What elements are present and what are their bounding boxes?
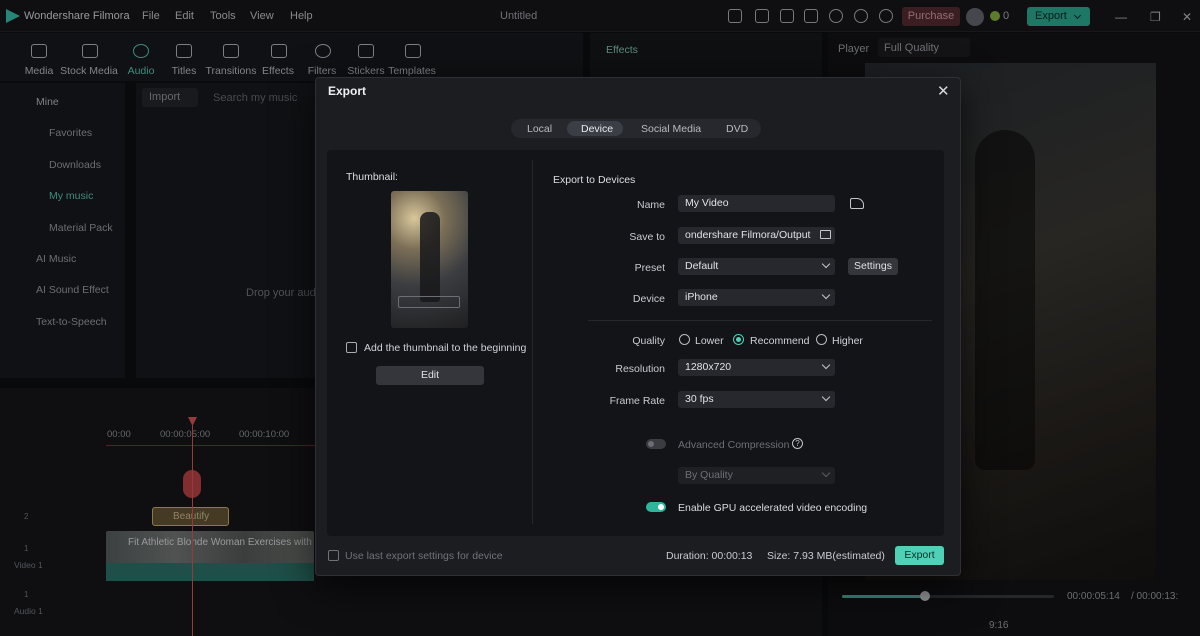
preset-label: Preset [634,262,665,274]
ai-rename-icon[interactable] [850,198,864,209]
chevron-down-icon [821,468,831,478]
tab-local[interactable]: Local [527,123,552,135]
name-input[interactable]: My Video [678,195,835,212]
dialog-title: Export [328,84,367,98]
settings-button[interactable]: Settings [848,258,898,275]
frame-rate-label: Frame Rate [609,395,665,407]
resolution-select[interactable]: 1280x720 [678,359,835,376]
tab-device[interactable]: Device [581,123,613,135]
gpu-encoding-toggle[interactable] [646,502,666,512]
chevron-down-icon [821,392,831,402]
tab-dvd[interactable]: DVD [726,123,748,135]
add-thumbnail-checkbox[interactable] [346,342,357,353]
frame-rate-value: 30 fps [685,393,714,405]
preset-select[interactable]: Default [678,258,835,275]
quality-higher-label: Higher [832,335,863,347]
edit-thumbnail-button[interactable]: Edit [376,366,484,385]
device-label: Device [632,293,665,305]
tab-social-media[interactable]: Social Media [641,123,701,135]
quality-recommend-label: Recommend [750,335,810,347]
size-text: Size: 7.93 MB(estimated) [767,550,885,562]
thumbnail-label: Thumbnail: [346,171,398,183]
advanced-compression-toggle[interactable] [646,439,666,449]
quality-higher-radio[interactable] [816,334,827,345]
section-title: Export to Devices [553,174,636,186]
use-last-settings-label: Use last export settings for device [345,550,503,562]
thumbnail-bench [398,296,460,308]
duration-text: Duration: 00:00:13 [666,550,753,562]
quality-recommend-radio[interactable] [733,334,744,345]
export-button[interactable]: Export [895,546,944,565]
add-thumbnail-label: Add the thumbnail to the beginning [364,342,527,354]
divider [588,320,932,321]
divider [532,160,533,524]
name-label: Name [636,199,665,211]
device-value: iPhone [685,291,718,303]
help-icon[interactable]: ? [792,438,803,449]
compression-mode-value: By Quality [685,469,733,481]
frame-rate-select[interactable]: 30 fps [678,391,835,408]
resolution-value: 1280x720 [685,361,732,373]
chevron-down-icon [821,360,831,370]
resolution-label: Resolution [615,363,665,375]
thumbnail-figure [420,212,440,302]
compression-mode-select: By Quality [678,467,835,484]
close-icon[interactable]: ✕ [937,82,950,100]
advanced-compression-label: Advanced Compression [678,439,790,451]
quality-lower-label: Lower [695,335,724,347]
device-select[interactable]: iPhone [678,289,835,306]
quality-label: Quality [632,335,665,347]
chevron-down-icon [821,259,831,269]
folder-icon[interactable] [820,230,831,239]
gpu-encoding-label: Enable GPU accelerated video encoding [678,502,868,514]
use-last-settings-checkbox[interactable] [328,550,339,561]
quality-lower-radio[interactable] [679,334,690,345]
save-to-label: Save to [629,231,665,243]
save-to-input[interactable]: ondershare Filmora/Output [678,227,835,244]
chevron-down-icon [821,290,831,300]
preset-value: Default [685,260,719,272]
